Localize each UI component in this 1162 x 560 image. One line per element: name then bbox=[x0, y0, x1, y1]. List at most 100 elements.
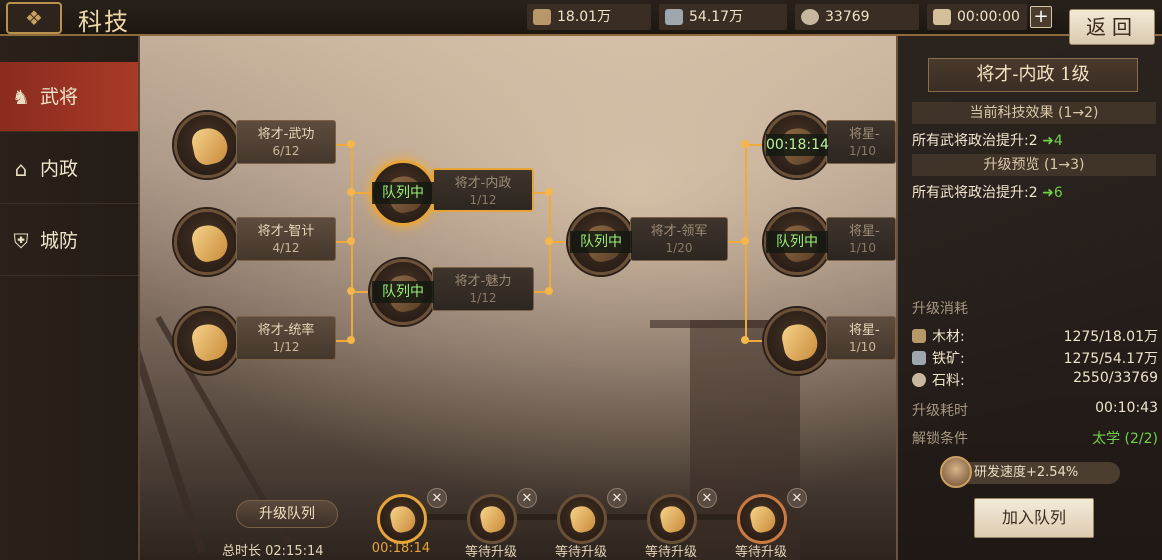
research-speed: 研发速度+2.54% bbox=[912, 456, 1158, 490]
tech-node-charisma[interactable]: 将才-魅力 1/12 队列中 bbox=[370, 259, 536, 325]
wood-icon bbox=[912, 329, 926, 343]
tech-node-level: 1/12 bbox=[272, 340, 300, 354]
close-icon[interactable]: ✕ bbox=[787, 488, 807, 508]
tech-node-command[interactable]: 将才-统率 1/12 bbox=[174, 308, 340, 374]
upgrade-queue-label: 升级队列 bbox=[236, 500, 338, 528]
close-icon[interactable]: ✕ bbox=[607, 488, 627, 508]
tech-detail-panel: 将才-内政 1级 当前科技效果 (1→2) 所有武将政治提升:2 ➜4 升级预览… bbox=[896, 36, 1162, 560]
cost-value: 2550/33769 bbox=[1073, 370, 1158, 386]
tech-node-level: 6/12 bbox=[272, 144, 300, 158]
tech-node-star-1[interactable]: 将星- 1/10 00:18:14 bbox=[764, 112, 896, 178]
tech-node-star-3[interactable]: 将星- 1/10 bbox=[764, 308, 896, 374]
stone-icon bbox=[801, 9, 819, 25]
sidebar-item-label: 内政 bbox=[40, 158, 79, 180]
tech-node-plate: 将才-领军 1/20 bbox=[630, 217, 728, 261]
general-icon bbox=[189, 221, 231, 265]
tech-node-level: 1/10 bbox=[849, 340, 876, 354]
tech-node-name: 将才-内政 bbox=[454, 176, 512, 191]
wood-icon bbox=[533, 9, 551, 25]
current-effect-value: 4 bbox=[1053, 133, 1063, 149]
tech-node-icon bbox=[764, 308, 830, 374]
page-title: 科技 bbox=[78, 8, 130, 36]
upgrade-time-value: 00:10:43 bbox=[1095, 400, 1158, 416]
general-icon: ♞ bbox=[12, 85, 30, 109]
queue-slot[interactable] bbox=[377, 494, 427, 544]
general-icon bbox=[189, 320, 231, 364]
sidebar-item-label: 城防 bbox=[40, 230, 79, 252]
close-icon[interactable]: ✕ bbox=[517, 488, 537, 508]
queue-slot-status: 等待升级 bbox=[464, 545, 517, 560]
general-icon bbox=[658, 503, 688, 535]
tech-node-name: 将才-武功 bbox=[257, 127, 315, 142]
resource-stone-value: 33769 bbox=[825, 9, 870, 25]
anvil-icon bbox=[912, 351, 926, 365]
general-icon bbox=[189, 124, 231, 168]
tech-node-name: 将才-统率 bbox=[257, 323, 315, 338]
tech-node-strategy[interactable]: 将才-智计 4/12 bbox=[174, 209, 340, 275]
queued-badge: 队列中 bbox=[372, 281, 434, 303]
banner-icon bbox=[779, 320, 821, 364]
soldiers-icon bbox=[568, 503, 598, 535]
resource-time-value: 00:00:00 bbox=[957, 9, 1020, 25]
tech-node-name: 将才-魅力 bbox=[454, 274, 512, 289]
tree-node-dot bbox=[545, 188, 553, 196]
queue-slot[interactable] bbox=[737, 494, 787, 544]
tech-node-leadership[interactable]: 将才-领军 1/20 队列中 bbox=[568, 209, 734, 275]
upgrade-time-label: 升级耗时 bbox=[912, 403, 968, 419]
title-emblem-icon: ❖ bbox=[6, 2, 62, 34]
cost-value: 1275/18.01万 bbox=[1063, 329, 1158, 345]
back-button[interactable]: 返回 bbox=[1069, 9, 1155, 45]
arrow-right-icon: ➜ bbox=[1042, 133, 1054, 149]
research-speed-text: 研发速度+2.54% bbox=[960, 462, 1120, 484]
current-effect-heading: 当前科技效果 (1→2) bbox=[912, 102, 1156, 124]
tree-node-dot bbox=[347, 336, 355, 344]
tech-node-name: 将才-领军 bbox=[650, 224, 708, 239]
sidebar-item-generals[interactable]: ♞ 武将 bbox=[0, 62, 138, 132]
tree-node-dot bbox=[347, 237, 355, 245]
building-icon: ⌂ bbox=[14, 157, 28, 181]
top-bar: ❖ 科技 18.01万 54.17万 33769 00:00:00 + bbox=[0, 0, 1162, 36]
queue-slot[interactable] bbox=[557, 494, 607, 544]
stone-icon bbox=[912, 373, 926, 387]
queue-slot[interactable] bbox=[467, 494, 517, 544]
tech-node-plate: 将才-魅力 1/12 bbox=[432, 267, 534, 311]
resource-iron: 54.17万 bbox=[659, 4, 787, 30]
sidebar-item-domestic[interactable]: ⌂ 内政 bbox=[0, 134, 138, 204]
tech-node-level: 1/10 bbox=[849, 241, 876, 255]
join-queue-button[interactable]: 加入队列 bbox=[974, 498, 1094, 538]
category-sidebar: ♞ 武将 ⌂ 内政 ⛨ 城防 bbox=[0, 36, 140, 560]
resource-wood-value: 18.01万 bbox=[557, 9, 612, 25]
tech-node-plate: 将星- 1/10 bbox=[826, 316, 896, 360]
resource-stone: 33769 bbox=[795, 4, 919, 30]
tech-node-name: 将星- bbox=[849, 127, 880, 142]
tech-node-plate: 将星- 1/10 bbox=[826, 120, 896, 164]
tech-node-star-2[interactable]: 将星- 1/10 队列中 bbox=[764, 209, 896, 275]
shield-icon: ⛨ bbox=[13, 229, 29, 253]
general-icon bbox=[748, 503, 778, 535]
tech-node-martial[interactable]: 将才-武功 6/12 bbox=[174, 112, 340, 178]
close-icon[interactable]: ✕ bbox=[427, 488, 447, 508]
cost-row-iron: 铁矿: 1275/54.17万 bbox=[912, 348, 1158, 368]
tech-node-plate: 将才-武功 6/12 bbox=[236, 120, 336, 164]
queue-slot-status: 等待升级 bbox=[734, 545, 787, 560]
tech-node-level: 1/20 bbox=[665, 241, 693, 255]
sidebar-item-defense[interactable]: ⛨ 城防 bbox=[0, 206, 138, 276]
tech-node-plate: 将才-智计 4/12 bbox=[236, 217, 336, 261]
tree-node-dot bbox=[347, 188, 355, 196]
tech-node-politics[interactable]: 将才-内政 1/12 队列中 bbox=[370, 160, 536, 226]
queue-slot-status: 等待升级 bbox=[644, 545, 697, 560]
queue-slot[interactable] bbox=[647, 494, 697, 544]
add-resource-button[interactable]: + bbox=[1030, 6, 1052, 28]
unlock-value: 太学 (2/2) bbox=[1092, 431, 1158, 447]
current-effect: 所有武将政治提升:2 ➜4 bbox=[912, 130, 1063, 150]
cost-label: 木材: bbox=[932, 329, 965, 345]
close-icon[interactable]: ✕ bbox=[697, 488, 717, 508]
tech-title: 将才-内政 1级 bbox=[928, 58, 1138, 92]
tech-node-icon bbox=[174, 209, 240, 275]
tree-node-dot bbox=[741, 336, 749, 344]
tree-node-dot bbox=[741, 140, 749, 148]
tech-node-plate: 将才-内政 1/12 bbox=[432, 168, 534, 212]
unlock-row: 解锁条件 太学 (2/2) bbox=[912, 428, 1158, 448]
resource-iron-value: 54.17万 bbox=[689, 9, 744, 25]
cost-row-stone: 石料: 2550/33769 bbox=[912, 370, 1158, 390]
